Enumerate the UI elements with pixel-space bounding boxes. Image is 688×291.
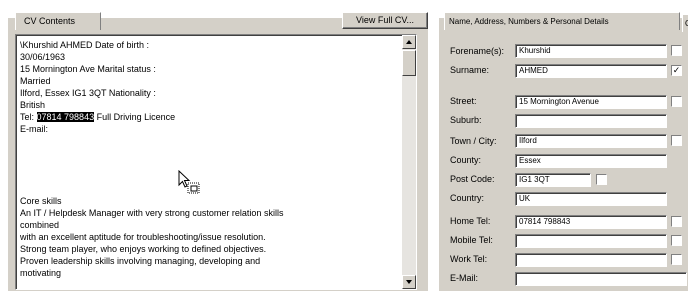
surname-label: Surname: <box>450 65 490 75</box>
drag-copy-cursor-icon <box>178 170 200 194</box>
tel-prefix: Tel: <box>20 112 37 122</box>
mobile-tel-field[interactable] <box>515 234 667 248</box>
cv-text-area[interactable]: \Khurshid AHMED Date of birth : 30/06/19… <box>15 34 417 290</box>
cv-line: An IT / Helpdesk Manager with very stron… <box>20 208 284 218</box>
down-arrow-icon <box>406 280 412 284</box>
view-full-cv-button[interactable]: View Full CV... <box>342 12 428 29</box>
mobile-tel-checkbox[interactable] <box>671 235 682 246</box>
forename-label: Forename(s): <box>450 46 505 56</box>
mobile-tel-label: Mobile Tel: <box>450 235 493 245</box>
street-field[interactable]: 15 Mornington Avenue <box>515 95 667 109</box>
tab-personal-details[interactable]: Name, Address, Numbers & Personal Detail… <box>444 12 680 30</box>
street-checkbox[interactable] <box>671 96 682 107</box>
county-field[interactable]: Essex <box>515 154 667 168</box>
home-tel-label: Home Tel: <box>450 216 491 226</box>
tab-cv-contents[interactable]: CV Contents <box>15 12 101 30</box>
forename-checkbox[interactable] <box>671 45 682 56</box>
cv-line: Proven leadership skills involving manag… <box>20 256 261 266</box>
work-tel-field[interactable] <box>515 253 667 267</box>
work-tel-checkbox[interactable] <box>671 254 682 265</box>
home-tel-checkbox[interactable] <box>671 216 682 227</box>
work-tel-label: Work Tel: <box>450 254 488 264</box>
cv-line: 30/06/1963 <box>20 52 66 62</box>
scroll-down-button[interactable] <box>402 275 416 289</box>
cv-line: with an excellent aptitude for troublesh… <box>20 232 266 242</box>
tab-next[interactable]: C <box>682 14 688 32</box>
cv-line-tel: Tel: 07814 798843 Full Driving Licence <box>20 111 392 123</box>
cv-line: Core skills <box>20 196 62 206</box>
cv-text-content: \Khurshid AHMED Date of birth : 30/06/19… <box>20 39 392 279</box>
scroll-up-button[interactable] <box>402 35 416 49</box>
cv-line: motivating <box>20 268 62 278</box>
cv-line: combined <box>20 220 60 230</box>
postcode-field[interactable]: IG1 3QT <box>515 173 591 187</box>
cv-line: Strong team player, who enjoys working t… <box>20 244 267 254</box>
cv-line: \Khurshid AHMED Date of birth : <box>20 40 150 50</box>
selected-phone-text[interactable]: 07814 798843 <box>36 112 95 122</box>
email-field[interactable] <box>515 272 687 286</box>
scroll-thumb[interactable] <box>402 50 416 76</box>
cv-line: Married <box>20 76 51 86</box>
up-arrow-icon <box>406 40 412 44</box>
county-label: County: <box>450 155 482 165</box>
town-label: Town / City: <box>450 136 497 146</box>
country-label: Country: <box>450 193 485 203</box>
forename-field[interactable]: Khurshid <box>515 44 667 58</box>
postcode-label: Post Code: <box>450 174 495 184</box>
postcode-checkbox[interactable] <box>596 174 607 185</box>
surname-field[interactable]: AHMED <box>515 64 667 78</box>
tel-suffix: Full Driving Licence <box>94 112 176 122</box>
town-checkbox[interactable] <box>671 135 682 146</box>
suburb-label: Suburb: <box>450 115 482 125</box>
town-field[interactable]: Ilford <box>515 134 667 148</box>
email-label: E-Mail: <box>450 273 479 283</box>
cv-scrollbar[interactable] <box>402 35 416 289</box>
suburb-field[interactable] <box>515 114 667 128</box>
surname-checkbox[interactable]: ✓ <box>671 65 682 76</box>
cv-line: Ilford, Essex IG1 3QT Nationality : <box>20 88 156 98</box>
cv-line: British <box>20 100 46 110</box>
cv-line: E-mail: <box>20 124 49 134</box>
country-field[interactable]: UK <box>515 192 667 206</box>
cv-editor-window: CV Contents View Full CV... \Khurshid AH… <box>0 0 688 291</box>
home-tel-field[interactable]: 07814 798843 <box>515 215 667 229</box>
cv-line: 15 Mornington Ave Marital status : <box>20 64 156 74</box>
street-label: Street: <box>450 96 477 106</box>
